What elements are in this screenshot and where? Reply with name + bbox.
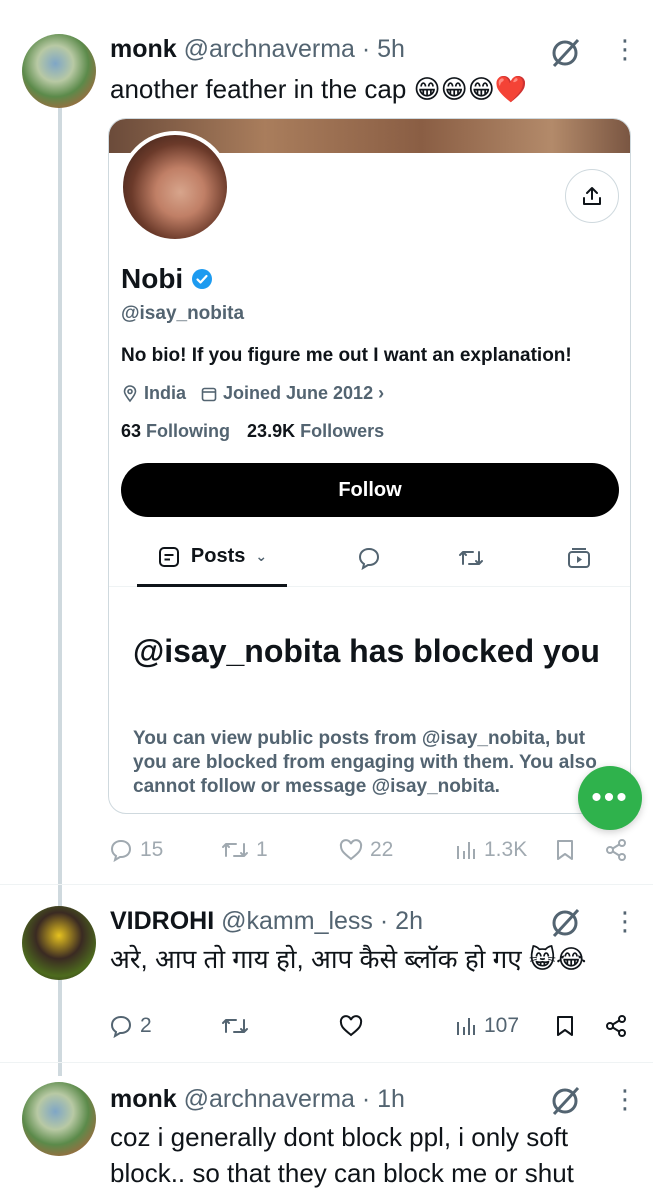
heart-icon xyxy=(339,839,363,861)
repost-button[interactable]: 1 xyxy=(220,830,268,870)
views-button[interactable]: 107 xyxy=(454,1006,519,1046)
timestamp[interactable]: · 1h xyxy=(362,1085,405,1113)
joined-text: Joined June 2012 xyxy=(223,383,374,403)
avatar[interactable] xyxy=(22,906,96,980)
repost-count: 1 xyxy=(256,838,268,861)
repost-icon xyxy=(222,1019,248,1033)
share-nodes-icon xyxy=(606,1015,626,1037)
followers-label[interactable]: Followers xyxy=(300,421,384,441)
profile-meta: India Joined June 2012 › xyxy=(121,383,384,404)
tweet-header: monk @archnaverma · 1h xyxy=(110,1084,405,1114)
more-options-icon[interactable]: ⋮ xyxy=(612,906,638,936)
verified-badge-icon[interactable] xyxy=(191,268,213,290)
tweet-header: VIDROHI @kamm_less · 2h xyxy=(110,906,423,936)
avatar[interactable] xyxy=(22,1082,96,1156)
divider xyxy=(0,884,653,885)
bookmark-button[interactable] xyxy=(554,830,576,870)
share-icon xyxy=(583,187,601,205)
profile-stats: 63 Following 23.9K Followers xyxy=(121,421,396,442)
bookmark-button[interactable] xyxy=(554,1006,576,1046)
author-name[interactable]: monk xyxy=(110,35,177,63)
like-button[interactable] xyxy=(338,1006,364,1046)
share-nodes-icon xyxy=(606,839,626,861)
following-count[interactable]: 63 xyxy=(121,421,141,441)
location: India xyxy=(121,383,186,404)
tab-posts[interactable]: Posts ⌄ xyxy=(137,529,287,587)
share-tweet-button[interactable] xyxy=(604,1006,628,1046)
repost-button[interactable] xyxy=(220,1006,250,1046)
location-pin-icon xyxy=(123,384,137,402)
views-button[interactable]: 1.3K xyxy=(454,830,527,870)
tab-posts-label: Posts xyxy=(190,545,246,567)
reply-count: 15 xyxy=(140,838,164,861)
bookmark-icon xyxy=(557,840,573,860)
tweet-actions: 2 107 xyxy=(108,1006,638,1046)
location-text: India xyxy=(144,383,187,403)
tweet-actions: 15 1 22 1.3K xyxy=(108,830,638,870)
calendar-icon xyxy=(201,387,217,401)
profile-avatar[interactable] xyxy=(119,131,231,243)
heart-icon xyxy=(339,1015,363,1037)
author-handle[interactable]: @archnaverma xyxy=(184,35,355,63)
reply-icon xyxy=(110,839,132,863)
grok-icon[interactable] xyxy=(548,36,582,70)
timestamp[interactable]: · 2h xyxy=(380,907,423,935)
tweet-text: another feather in the cap 😁😁😁❤️ xyxy=(110,74,528,104)
author-handle[interactable]: @kamm_less xyxy=(221,907,373,935)
reply-button[interactable]: 2 xyxy=(108,1006,152,1046)
following-label[interactable]: Following xyxy=(146,421,230,441)
chevron-down-icon: ⌄ xyxy=(255,548,268,564)
avatar[interactable] xyxy=(22,34,96,108)
author-handle[interactable]: @archnaverma xyxy=(184,1085,355,1113)
profile-tabs: Posts ⌄ xyxy=(109,529,630,587)
profile-name: Nobi xyxy=(121,263,184,294)
repost-icon xyxy=(222,843,248,857)
reply-button[interactable]: 15 xyxy=(108,830,163,870)
views-bar-chart-icon xyxy=(457,842,475,859)
profile-handle: @isay_nobita xyxy=(121,303,245,324)
blocked-title: @isay_nobita has blocked you xyxy=(133,633,600,669)
timestamp[interactable]: · 5h xyxy=(362,35,405,63)
tweet-text: अरे, आप तो गाय हो, आप कैसे ब्लॉक हो गए 😸… xyxy=(110,944,587,974)
profile-bio: No bio! If you figure me out I want an e… xyxy=(121,345,572,366)
tweet-header: monk @archnaverma · 5h xyxy=(110,34,405,64)
tab-reposts[interactable] xyxy=(447,529,495,587)
chevron-right-icon: › xyxy=(378,383,385,403)
divider xyxy=(0,1062,653,1063)
like-count: 22 xyxy=(370,838,394,861)
tab-media[interactable] xyxy=(555,529,603,587)
more-options-icon[interactable]: ⋮ xyxy=(612,1084,638,1114)
reply-count: 2 xyxy=(140,1014,152,1037)
tab-replies[interactable] xyxy=(345,529,393,587)
views-bar-chart-icon xyxy=(457,1018,475,1035)
more-options-icon[interactable]: ⋮ xyxy=(612,34,638,64)
joined-date[interactable]: Joined June 2012 › xyxy=(200,383,384,404)
profile-name-row: Nobi xyxy=(121,263,213,295)
grok-icon[interactable] xyxy=(548,906,582,940)
like-button[interactable]: 22 xyxy=(338,830,393,870)
tweet-text-line-2: block.. so that they can block me or shu… xyxy=(110,1158,574,1188)
floating-action-button[interactable]: ••• xyxy=(578,766,642,830)
repost-icon xyxy=(459,551,483,565)
followers-count[interactable]: 23.9K xyxy=(247,421,295,441)
view-count: 107 xyxy=(484,1014,520,1037)
grok-icon[interactable] xyxy=(548,1084,582,1118)
tweet-text-line-1: coz i generally dont block ppl, i only s… xyxy=(110,1122,569,1152)
media-icon xyxy=(568,548,590,568)
reply-icon xyxy=(110,1015,132,1039)
reply-icon xyxy=(358,547,380,571)
posts-icon xyxy=(158,546,179,567)
share-tweet-button[interactable] xyxy=(604,830,628,870)
share-button[interactable] xyxy=(565,169,619,223)
view-count: 1.3K xyxy=(484,838,528,861)
follow-button[interactable]: Follow xyxy=(121,463,619,517)
blocked-description: You can view public posts from @isay_nob… xyxy=(133,728,597,797)
bookmark-icon xyxy=(557,1016,573,1036)
author-name[interactable]: VIDROHI xyxy=(110,907,214,935)
embedded-profile-card[interactable]: Nobi @isay_nobita No bio! If you figure … xyxy=(108,118,631,814)
author-name[interactable]: monk xyxy=(110,1085,177,1113)
